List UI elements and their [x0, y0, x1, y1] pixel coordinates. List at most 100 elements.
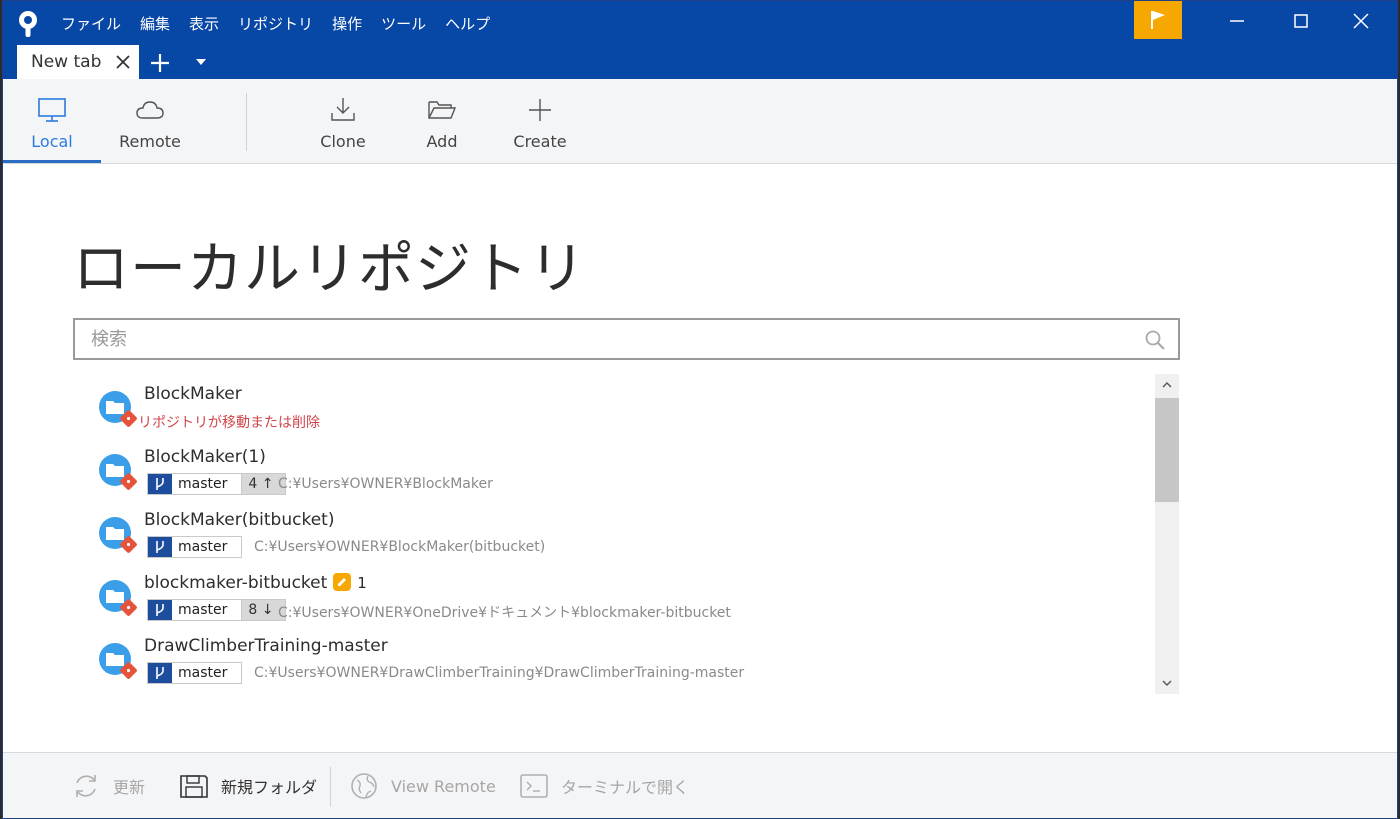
tab-label: New tab — [31, 52, 102, 72]
branch-icon — [156, 604, 164, 616]
branch-badge: master 4 ↑ — [147, 473, 287, 495]
branch-name: master — [178, 665, 228, 681]
repository-error: リポジトリが移動または削除 — [138, 415, 320, 431]
remote-label: Remote — [119, 132, 181, 151]
scroll-up-button[interactable] — [1155, 374, 1179, 396]
chevron-up-icon — [1162, 382, 1172, 388]
view-remote-label: View Remote — [391, 776, 496, 796]
clone-button[interactable]: Clone — [308, 79, 378, 163]
branch-icon — [156, 478, 164, 490]
sourcetree-logo-icon[interactable] — [15, 10, 41, 38]
menu-file[interactable]: ファイル — [61, 11, 129, 36]
search-input[interactable] — [75, 320, 1125, 358]
repository-name: BlockMaker — [144, 384, 242, 404]
maximize-icon — [1294, 14, 1308, 28]
app-window: ファイル 編集 表示 リポジトリ 操作 ツール ヘルプ New tab Loca… — [2, 0, 1398, 819]
chevron-down-icon — [1162, 680, 1172, 686]
local-label: Local — [31, 132, 73, 151]
repository-name: blockmaker-bitbucket 1 — [144, 573, 367, 593]
clone-label: Clone — [320, 132, 366, 151]
terminal-icon — [520, 774, 548, 798]
repository-name-text: blockmaker-bitbucket — [144, 573, 328, 593]
repository-name: DrawClimberTraining-master — [144, 636, 388, 656]
branch-badge: master — [147, 662, 243, 684]
new-folder-icon — [180, 775, 208, 798]
folder-open-icon — [428, 101, 457, 119]
repository-folder-icon — [99, 391, 137, 427]
menu-tools[interactable]: ツール — [381, 11, 434, 36]
repository-folder-icon — [99, 643, 137, 679]
search-box — [73, 318, 1180, 360]
branch-name: master — [178, 602, 228, 618]
page-title: ローカルリポジトリ — [73, 237, 586, 302]
refresh-label: 更新 — [113, 778, 146, 797]
repository-folder-icon — [99, 517, 137, 553]
branch-icon — [156, 541, 164, 553]
create-label: Create — [513, 132, 567, 151]
toolbar: Local Remote Clone Add Create — [3, 79, 1397, 164]
scroll-down-button[interactable] — [1155, 672, 1179, 694]
refresh-icon — [76, 775, 96, 797]
branch-name: master — [178, 539, 228, 555]
plus-icon — [529, 99, 551, 121]
open-terminal-label: ターミナルで開く — [561, 778, 690, 797]
menu-actions[interactable]: 操作 — [332, 11, 370, 36]
new-folder-button[interactable]: 新規フォルダ — [179, 753, 318, 818]
search-icon[interactable] — [1144, 329, 1166, 351]
branch-name: master — [178, 476, 228, 492]
repository-path: C:¥Users¥OWNER¥DrawClimberTraining¥DrawC… — [254, 665, 745, 681]
bottom-divider — [330, 767, 331, 807]
new-folder-label: 新規フォルダ — [221, 778, 318, 797]
minimize-button[interactable] — [1209, 1, 1265, 41]
menu-help[interactable]: ヘルプ — [445, 11, 498, 36]
title-bar: ファイル 編集 表示 リポジトリ 操作 ツール ヘルプ New tab — [3, 1, 1397, 79]
repository-list: BlockMaker リポジトリが移動または削除 BlockMaker(1) m… — [73, 374, 1156, 694]
add-label: Add — [426, 132, 458, 151]
open-terminal-button[interactable]: ターミナルで開く — [519, 753, 690, 818]
close-button[interactable] — [1333, 1, 1389, 41]
add-tab-icon[interactable] — [149, 52, 171, 74]
add-button[interactable]: Add — [407, 79, 477, 163]
repository-item[interactable]: DrawClimberTraining-master master C:¥Use… — [73, 626, 1156, 689]
bottom-toolbar: 更新 新規フォルダ View Remote ターミナルで開く — [3, 752, 1397, 818]
toolbar-divider — [246, 93, 247, 151]
download-icon — [331, 98, 355, 121]
tab-close-icon[interactable] — [115, 54, 131, 70]
local-button[interactable]: Local — [3, 79, 101, 163]
tab-new-tab[interactable]: New tab — [17, 45, 139, 79]
minimize-icon — [1230, 20, 1244, 22]
branch-badge: master 8 ↓ — [147, 599, 287, 621]
repository-item[interactable]: BlockMaker(bitbucket) master C:¥Users¥OW… — [73, 500, 1156, 563]
view-remote-button[interactable]: View Remote — [349, 753, 496, 818]
repository-list-scrollbar[interactable] — [1155, 374, 1179, 694]
repository-path: C:¥Users¥OWNER¥OneDrive¥ドキュメント¥blockmake… — [278, 605, 731, 621]
repository-item[interactable]: BlockMaker(1) master 4 ↑ C:¥Users¥OWNER¥… — [73, 437, 1156, 500]
modified-count: 1 — [357, 574, 367, 592]
repository-item[interactable]: BlockMaker リポジトリが移動または削除 — [73, 374, 1156, 437]
scroll-thumb[interactable] — [1155, 398, 1179, 502]
refresh-button[interactable]: 更新 — [71, 753, 146, 818]
monitor-icon — [38, 98, 66, 122]
create-button[interactable]: Create — [505, 79, 575, 163]
repository-name: BlockMaker(1) — [144, 447, 266, 467]
repository-folder-icon — [99, 454, 137, 490]
remote-button[interactable]: Remote — [101, 79, 199, 163]
close-icon — [1353, 13, 1369, 29]
repository-path: C:¥Users¥OWNER¥BlockMaker(bitbucket) — [254, 539, 546, 555]
pencil-icon — [333, 573, 352, 591]
repository-item[interactable]: blockmaker-bitbucket 1 master 8 ↓ C:¥User… — [73, 563, 1156, 626]
flag-icon — [1151, 11, 1165, 29]
tab-dropdown-icon[interactable] — [194, 56, 208, 68]
repository-folder-icon — [99, 580, 137, 616]
globe-icon — [351, 773, 377, 799]
repository-name: BlockMaker(bitbucket) — [144, 510, 335, 530]
menu-bar: ファイル 編集 表示 リポジトリ 操作 ツール ヘルプ — [61, 11, 509, 36]
notifications-button[interactable] — [1134, 1, 1182, 39]
branch-badge: master — [147, 536, 243, 558]
menu-repository[interactable]: リポジトリ — [238, 11, 321, 36]
menu-view[interactable]: 表示 — [189, 11, 227, 36]
branch-icon — [156, 667, 164, 679]
cloud-icon — [136, 101, 164, 119]
maximize-button[interactable] — [1273, 1, 1329, 41]
menu-edit[interactable]: 編集 — [140, 11, 178, 36]
